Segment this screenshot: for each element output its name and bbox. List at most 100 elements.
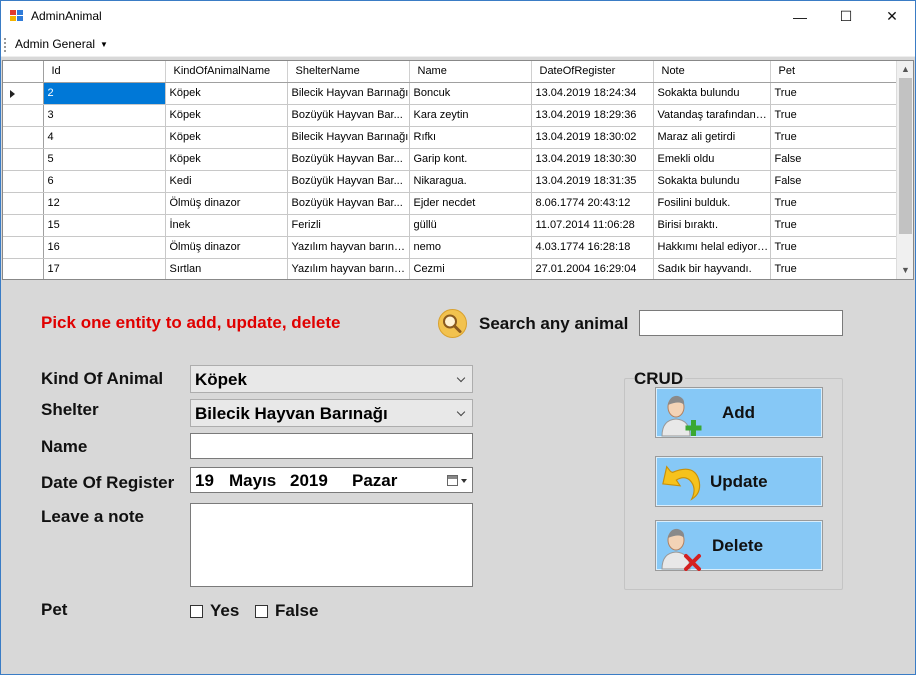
scroll-up-icon[interactable]: ▲ bbox=[897, 61, 913, 78]
row-header[interactable] bbox=[3, 104, 44, 127]
column-header-id[interactable]: Id bbox=[43, 61, 166, 83]
cell-name[interactable]: Cezmi bbox=[409, 258, 532, 279]
row-header[interactable] bbox=[3, 82, 44, 105]
calendar-icon[interactable] bbox=[447, 475, 458, 486]
column-header-pet[interactable]: Pet bbox=[770, 61, 899, 83]
cell-shelter[interactable]: Yazılım hayvan barınağı bbox=[287, 258, 410, 279]
cell-name[interactable]: Garip kont. bbox=[409, 148, 532, 171]
cell-id[interactable]: 15 bbox=[43, 214, 166, 237]
cell-pet[interactable]: True bbox=[770, 236, 899, 259]
cell-id[interactable]: 6 bbox=[43, 170, 166, 193]
pet-false-checkbox[interactable]: False bbox=[255, 601, 318, 621]
cell-note[interactable]: Birisi bıraktı. bbox=[653, 214, 771, 237]
cell-kind[interactable]: Ölmüş dinazor bbox=[165, 192, 288, 215]
minimize-button[interactable]: — bbox=[777, 1, 823, 32]
grid-vertical-scrollbar[interactable]: ▲ ▼ bbox=[896, 61, 913, 279]
note-textarea[interactable] bbox=[190, 503, 473, 587]
column-header-name[interactable]: Name bbox=[409, 61, 532, 83]
cell-kind[interactable]: Kedi bbox=[165, 170, 288, 193]
cell-name[interactable]: Ejder necdet bbox=[409, 192, 532, 215]
cell-note[interactable]: Hakkımı helal ediyorum bbox=[653, 236, 771, 259]
table-row[interactable]: 15 İnek Ferizli güllü 11.07.2014 11:06:28 Bir… bbox=[3, 214, 899, 237]
cell-kind[interactable]: Köpek bbox=[165, 126, 288, 149]
table-row[interactable]: 3 Köpek Bozüyük Hayvan Bar... Kara zeytin 13… bbox=[3, 104, 899, 127]
column-header-kind[interactable]: KindOfAnimalName bbox=[165, 61, 288, 83]
cell-name[interactable]: nemo bbox=[409, 236, 532, 259]
checkbox-box-icon[interactable] bbox=[255, 604, 268, 618]
cell-date[interactable]: 8.06.1774 20:43:12 bbox=[531, 192, 654, 215]
row-header[interactable] bbox=[3, 148, 44, 171]
cell-pet[interactable]: True bbox=[770, 214, 899, 237]
column-header-note[interactable]: Note bbox=[653, 61, 771, 83]
cell-pet[interactable]: False bbox=[770, 170, 899, 193]
cell-shelter[interactable]: Bilecik Hayvan Barınağı bbox=[287, 82, 410, 105]
cell-shelter[interactable]: Yazılım hayvan barınağı bbox=[287, 236, 410, 259]
cell-id[interactable]: 3 bbox=[43, 104, 166, 127]
scroll-down-icon[interactable]: ▼ bbox=[897, 262, 913, 279]
column-header-date[interactable]: DateOfRegister bbox=[531, 61, 654, 83]
cell-shelter[interactable]: Bozüyük Hayvan Bar... bbox=[287, 104, 410, 127]
cell-date[interactable]: 13.04.2019 18:29:36 bbox=[531, 104, 654, 127]
cell-name[interactable]: Rıfkı bbox=[409, 126, 532, 149]
cell-id[interactable]: 16 bbox=[43, 236, 166, 259]
kind-of-animal-combobox[interactable]: Köpek bbox=[190, 365, 473, 393]
cell-name[interactable]: Kara zeytin bbox=[409, 104, 532, 127]
row-header[interactable] bbox=[3, 258, 44, 279]
cell-note[interactable]: Sokakta bulundu bbox=[653, 170, 771, 193]
table-row[interactable]: 17 Sırtlan Yazılım hayvan barınağı Cezmi 27.… bbox=[3, 258, 899, 279]
row-header[interactable] bbox=[3, 192, 44, 215]
row-header[interactable] bbox=[3, 214, 44, 237]
date-of-register-picker[interactable]: 19 Mayıs 2019 Pazar bbox=[190, 467, 473, 493]
cell-note[interactable]: Vatandaş tarafından b... bbox=[653, 104, 771, 127]
animals-grid[interactable]: Id KindOfAnimalName ShelterName Name Dat… bbox=[2, 60, 914, 280]
cell-name[interactable]: güllü bbox=[409, 214, 532, 237]
search-input[interactable] bbox=[639, 310, 843, 336]
column-header-shelter[interactable]: ShelterName bbox=[287, 61, 410, 83]
table-row[interactable]: 5 Köpek Bozüyük Hayvan Bar... Garip kont. 13… bbox=[3, 148, 899, 171]
date-day[interactable]: 19 bbox=[195, 471, 214, 491]
table-row[interactable]: 4 Köpek Bilecik Hayvan Barınağı Rıfkı 13.04.… bbox=[3, 126, 899, 149]
menu-admin-general[interactable]: Admin General ▼ bbox=[15, 37, 108, 51]
cell-shelter[interactable]: Bozüyük Hayvan Bar... bbox=[287, 170, 410, 193]
calendar-dropdown-icon[interactable] bbox=[461, 479, 467, 483]
row-header[interactable] bbox=[3, 170, 44, 193]
cell-date[interactable]: 4.03.1774 16:28:18 bbox=[531, 236, 654, 259]
cell-shelter[interactable]: Bozüyük Hayvan Bar... bbox=[287, 148, 410, 171]
date-year[interactable]: 2019 bbox=[290, 471, 328, 491]
pet-yes-checkbox[interactable]: Yes bbox=[190, 601, 239, 621]
table-row[interactable]: 2 Köpek Bilecik Hayvan Barınağı Boncuk 13.04… bbox=[3, 82, 899, 105]
cell-kind[interactable]: Köpek bbox=[165, 148, 288, 171]
cell-id[interactable]: 4 bbox=[43, 126, 166, 149]
cell-kind[interactable]: Köpek bbox=[165, 104, 288, 127]
cell-date[interactable]: 27.01.2004 16:29:04 bbox=[531, 258, 654, 279]
cell-kind[interactable]: Köpek bbox=[165, 82, 288, 105]
table-row[interactable]: 6 Kedi Bozüyük Hayvan Bar... Nikaragua. 13.0… bbox=[3, 170, 899, 193]
table-row[interactable]: 12 Ölmüş dinazor Bozüyük Hayvan Bar... Ejde… bbox=[3, 192, 899, 215]
cell-pet[interactable]: True bbox=[770, 104, 899, 127]
grid-corner-header[interactable] bbox=[3, 61, 44, 83]
cell-id[interactable]: 2 bbox=[43, 82, 166, 105]
cell-name[interactable]: Nikaragua. bbox=[409, 170, 532, 193]
cell-name[interactable]: Boncuk bbox=[409, 82, 532, 105]
delete-button[interactable]: Delete bbox=[655, 520, 823, 571]
date-month[interactable]: Mayıs bbox=[229, 471, 276, 491]
scroll-thumb[interactable] bbox=[899, 78, 912, 234]
shelter-combobox[interactable]: Bilecik Hayvan Barınağı bbox=[190, 399, 473, 427]
cell-date[interactable]: 13.04.2019 18:31:35 bbox=[531, 170, 654, 193]
cell-id[interactable]: 17 bbox=[43, 258, 166, 279]
date-weekday[interactable]: Pazar bbox=[352, 471, 397, 491]
table-row[interactable]: 16 Ölmüş dinazor Yazılım hayvan barınağı ne… bbox=[3, 236, 899, 259]
cell-pet[interactable]: True bbox=[770, 82, 899, 105]
checkbox-box-icon[interactable] bbox=[190, 604, 203, 618]
cell-pet[interactable]: False bbox=[770, 148, 899, 171]
cell-pet[interactable]: True bbox=[770, 258, 899, 279]
cell-note[interactable]: Fosilini bulduk. bbox=[653, 192, 771, 215]
cell-date[interactable]: 11.07.2014 11:06:28 bbox=[531, 214, 654, 237]
cell-note[interactable]: Sadık bir hayvandı. bbox=[653, 258, 771, 279]
cell-kind[interactable]: Ölmüş dinazor bbox=[165, 236, 288, 259]
cell-date[interactable]: 13.04.2019 18:30:30 bbox=[531, 148, 654, 171]
cell-pet[interactable]: True bbox=[770, 126, 899, 149]
update-button[interactable]: Update bbox=[655, 456, 823, 507]
cell-note[interactable]: Sokakta bulundu bbox=[653, 82, 771, 105]
row-header[interactable] bbox=[3, 126, 44, 149]
